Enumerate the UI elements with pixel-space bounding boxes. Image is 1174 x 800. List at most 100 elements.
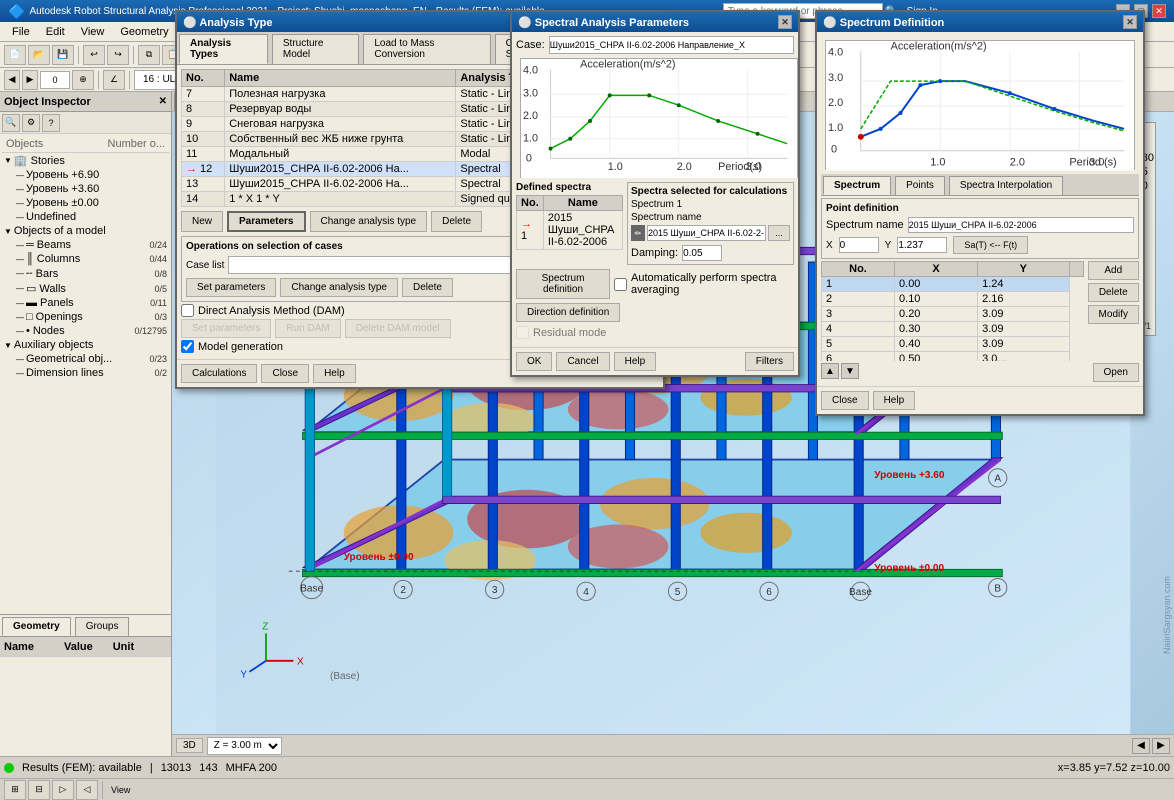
tb2-btn2[interactable]: ▶	[22, 70, 38, 90]
spectrum-browse-btn[interactable]: ...	[768, 225, 790, 241]
columns-node[interactable]: — ║ Columns 0/44	[14, 252, 169, 266]
close-analysis-btn[interactable]: Close	[261, 364, 309, 383]
points-tab[interactable]: Points	[895, 176, 945, 195]
spectrum-tab[interactable]: Spectrum	[823, 176, 891, 195]
spectrum-name-def-input[interactable]	[908, 217, 1134, 233]
panels-node[interactable]: — ▬ Panels 0/11	[14, 296, 169, 310]
walls-node[interactable]: — ▭ Walls 0/5	[14, 281, 169, 296]
damping-input[interactable]	[682, 245, 722, 261]
pt-row-2[interactable]: 2 0.10 2.16	[822, 292, 1084, 307]
geometry-tab[interactable]: Geometry	[2, 617, 71, 636]
save-btn[interactable]: 💾	[52, 45, 74, 65]
delete-dam-btn[interactable]: Delete DAM model	[345, 319, 451, 338]
ok-btn[interactable]: OK	[516, 352, 552, 371]
inspector-btn1[interactable]: 🔍	[2, 114, 20, 132]
modify-point-btn[interactable]: Modify	[1088, 305, 1139, 324]
model-gen-checkbox[interactable]	[181, 340, 194, 353]
open-btn[interactable]: 📂	[28, 45, 50, 65]
groups-tab[interactable]: Groups	[75, 617, 130, 636]
tb2-btn3[interactable]: ⊕	[72, 70, 94, 90]
menu-file[interactable]: File	[4, 24, 38, 40]
spectrum-edit-icon[interactable]: ✏	[631, 225, 645, 241]
dimlines-node[interactable]: — Dimension lines 0/2	[14, 366, 169, 380]
case-value-input[interactable]	[549, 36, 794, 54]
level-690[interactable]: — Уровень +6.90	[14, 168, 169, 182]
set-func-btn[interactable]: Sa(T) <-- F(t)	[953, 236, 1028, 254]
spectra-interp-tab[interactable]: Spectra Interpolation	[949, 176, 1063, 195]
close-spectrum-btn[interactable]: Close	[821, 391, 869, 410]
new-case-btn[interactable]: New	[181, 211, 223, 232]
close-btn[interactable]: ✕	[1152, 4, 1166, 18]
change-analysis-btn2[interactable]: Change analysis type	[280, 278, 398, 297]
stories-node[interactable]: ▼ 🏢 Stories	[2, 153, 169, 168]
tb2-angle[interactable]: ∠	[103, 70, 125, 90]
y-input[interactable]	[897, 237, 947, 253]
inspector-btn3[interactable]: ?	[42, 114, 60, 132]
delete-case-btn[interactable]: Delete	[431, 211, 482, 232]
undo-btn[interactable]: ↩	[83, 45, 105, 65]
bars-node[interactable]: — ╌ Bars 0/8	[14, 266, 169, 281]
new-btn[interactable]: 📄	[4, 45, 26, 65]
inspector-btn2[interactable]: ⚙	[22, 114, 40, 132]
pt-row-3[interactable]: 3 0.20 3.09	[822, 307, 1084, 322]
direction-def-btn[interactable]: Direction definition	[516, 303, 620, 322]
beams-node[interactable]: — ═ Beams 0/24	[14, 238, 169, 252]
change-analysis-type-btn[interactable]: Change analysis type	[310, 211, 428, 232]
prev-arrow[interactable]: ◀	[1132, 738, 1150, 754]
help-spectrum-btn[interactable]: Help	[873, 391, 916, 410]
objects-model-node[interactable]: ▼ Objects of a model	[2, 224, 169, 238]
spectrum-definition-dialog[interactable]: ⚪ Spectrum Definition ✕ 4.0 3.0 2.0 1.0 …	[815, 10, 1145, 416]
tab-structure-model[interactable]: Structure Model	[272, 34, 359, 64]
bt-btn3[interactable]: ▷	[52, 780, 74, 800]
coord-input[interactable]	[40, 71, 70, 89]
filters-btn[interactable]: Filters	[745, 352, 794, 371]
residual-checkbox[interactable]	[516, 326, 529, 339]
pt-row-1[interactable]: 1 0.00 1.24	[822, 277, 1084, 292]
delete-point-btn[interactable]: Delete	[1088, 283, 1139, 302]
tb2-btn1[interactable]: ◀	[4, 70, 20, 90]
spectral-close-btn[interactable]: ✕	[778, 15, 792, 29]
help-analysis-btn[interactable]: Help	[313, 364, 356, 383]
set-params2-btn[interactable]: Set parameters	[181, 319, 271, 338]
menu-view[interactable]: View	[73, 24, 113, 40]
table-up-btn[interactable]: ▲	[821, 363, 839, 379]
spectral-analysis-dialog[interactable]: ⚪ Spectral Analysis Parameters ✕ Case: 4…	[510, 10, 800, 377]
calculations-btn[interactable]: Calculations	[181, 364, 257, 383]
bt-btn2[interactable]: ⊟	[28, 780, 50, 800]
spectrum-def-btn[interactable]: Spectrum definition	[516, 269, 610, 299]
level-000[interactable]: — Уровень ±0.00	[14, 196, 169, 210]
level-undef[interactable]: — Undefined	[14, 210, 169, 224]
auto-avg-checkbox[interactable]	[614, 278, 627, 291]
menu-geometry[interactable]: Geometry	[112, 24, 176, 40]
auxiliary-node[interactable]: ▼ Auxiliary objects	[2, 338, 169, 352]
spectrum-def-close-btn[interactable]: ✕	[1123, 15, 1137, 29]
tab-analysis-types[interactable]: Analysis Types	[179, 34, 268, 64]
dam-checkbox[interactable]	[181, 304, 194, 317]
redo-btn[interactable]: ↪	[107, 45, 129, 65]
next-arrow[interactable]: ▶	[1152, 738, 1170, 754]
table-down-btn[interactable]: ▼	[841, 363, 859, 379]
bt-btn4[interactable]: ◁	[76, 780, 98, 800]
set-params-btn[interactable]: Set parameters	[186, 278, 276, 297]
x-input[interactable]	[839, 237, 879, 253]
3d-view-btn[interactable]: 3D	[176, 738, 203, 753]
run-dam-btn[interactable]: Run DAM	[275, 319, 340, 338]
tab-load-mass[interactable]: Load to Mass Conversion	[363, 34, 490, 64]
copy-btn[interactable]: ⧉	[138, 45, 160, 65]
help-spectral-btn[interactable]: Help	[614, 352, 657, 371]
spectrum-name-input[interactable]	[647, 225, 766, 241]
ds-row-1[interactable]: → 1 2015 Шуши_СНРА II-6.02-2006	[517, 211, 623, 250]
cancel-btn[interactable]: Cancel	[556, 352, 609, 371]
menu-edit[interactable]: Edit	[38, 24, 73, 40]
pt-row-5[interactable]: 5 0.40 3.09	[822, 337, 1084, 352]
delete-btn2[interactable]: Delete	[402, 278, 453, 297]
add-point-btn[interactable]: Add	[1088, 261, 1139, 280]
inspector-close[interactable]: ✕	[159, 96, 167, 107]
parameters-btn[interactable]: Parameters	[227, 211, 305, 232]
openings-node[interactable]: — □ Openings 0/3	[14, 310, 169, 324]
z-dropdown[interactable]: Z = 3.00 m	[207, 737, 282, 755]
pt-row-4[interactable]: 4 0.30 3.09	[822, 322, 1084, 337]
level-360[interactable]: — Уровень +3.60	[14, 182, 169, 196]
bt-btn1[interactable]: ⊞	[4, 780, 26, 800]
pt-row-6[interactable]: 6 0.50 3.0...	[822, 352, 1084, 362]
